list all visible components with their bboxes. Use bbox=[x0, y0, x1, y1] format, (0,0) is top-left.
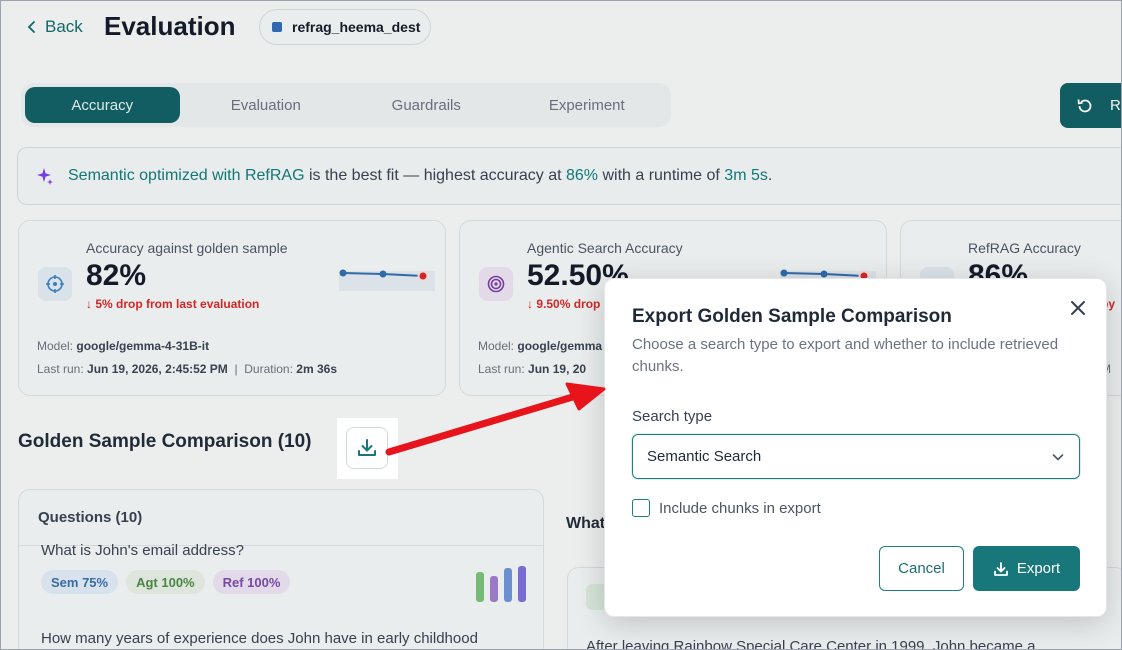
close-button[interactable] bbox=[1068, 298, 1088, 318]
cancel-button[interactable]: Cancel bbox=[879, 546, 964, 591]
download-icon bbox=[358, 439, 376, 456]
dialog-description: Choose a search type to export and wheth… bbox=[632, 336, 1059, 375]
chevron-down-icon bbox=[1052, 453, 1064, 461]
app-window: Back Evaluation refrag_heema_dest Accura… bbox=[0, 0, 1122, 650]
include-chunks-row[interactable]: Include chunks in export bbox=[632, 499, 821, 517]
close-icon bbox=[1071, 301, 1085, 315]
export-label: Export bbox=[1016, 560, 1061, 577]
include-chunks-checkbox[interactable] bbox=[632, 499, 650, 517]
dialog-title: Export Golden Sample Comparison bbox=[632, 306, 952, 327]
download-icon bbox=[993, 561, 1008, 576]
include-chunks-label: Include chunks in export bbox=[659, 499, 821, 517]
export-button[interactable]: Export bbox=[973, 546, 1080, 591]
search-type-value: Semantic Search bbox=[647, 448, 762, 465]
search-type-select[interactable]: Semantic Search bbox=[632, 434, 1080, 479]
search-type-label: Search type bbox=[632, 408, 713, 425]
export-dialog: Export Golden Sample Comparison Choose a… bbox=[604, 278, 1107, 617]
download-button[interactable] bbox=[346, 427, 388, 469]
